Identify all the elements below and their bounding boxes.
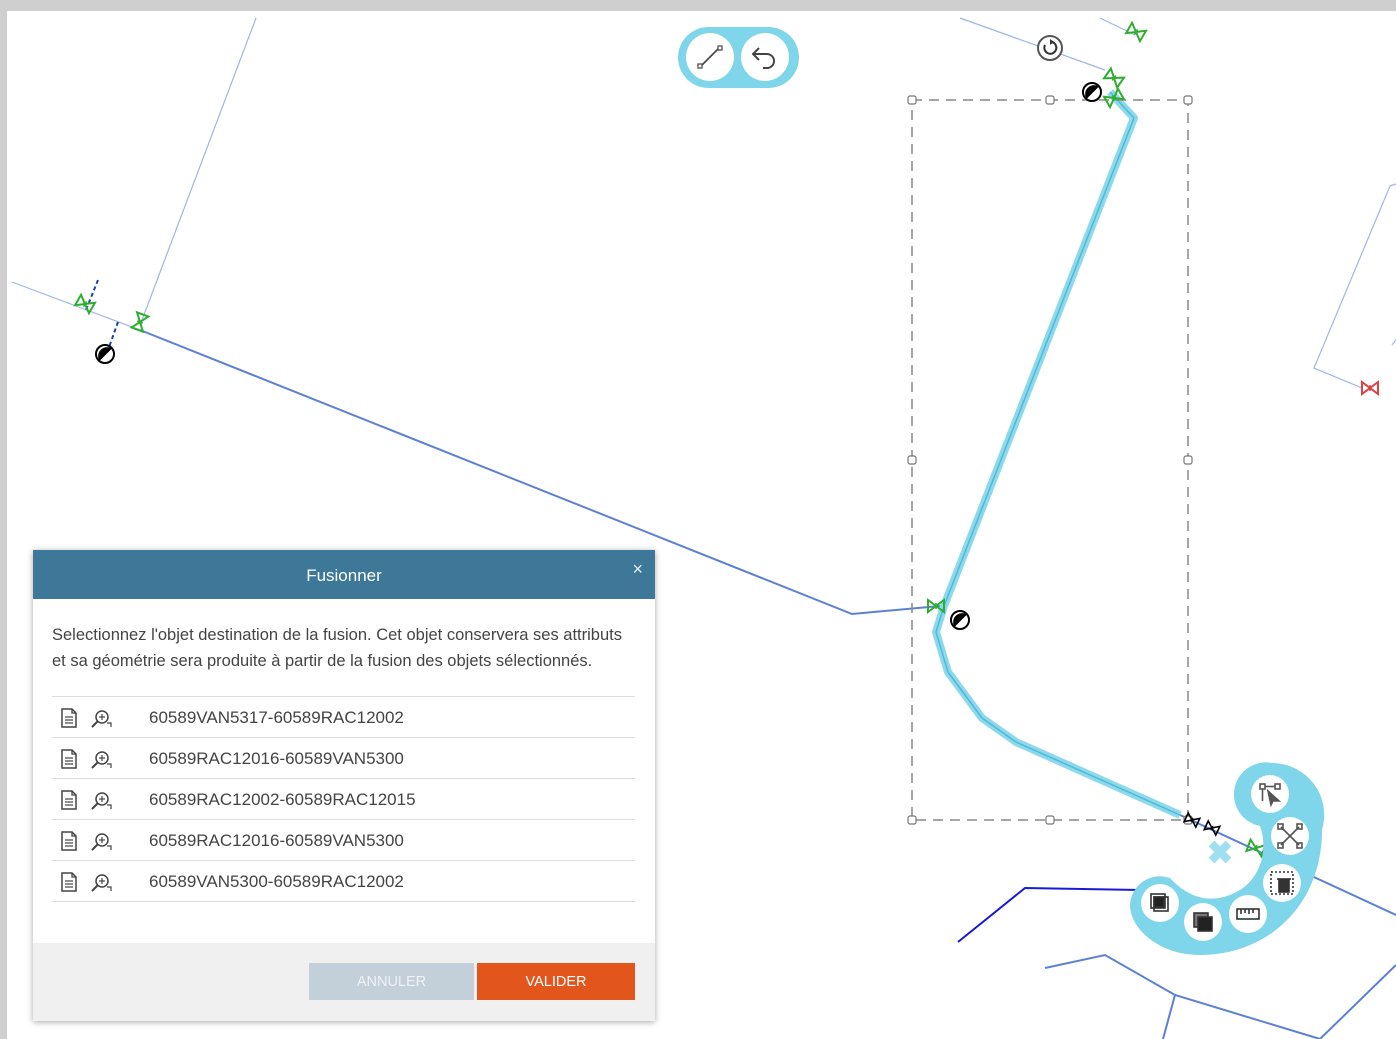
hydrant-icon — [1082, 82, 1102, 102]
dialog-title: Fusionner — [306, 566, 382, 585]
line-icon — [697, 45, 723, 69]
draw-toolbar — [678, 27, 799, 88]
list-item[interactable]: 60589RAC12016-60589VAN5300 — [52, 738, 635, 779]
list-item[interactable]: 60589RAC12002-60589RAC12015 — [52, 779, 635, 820]
zoom-to-icon[interactable] — [90, 791, 112, 811]
send-back-icon[interactable] — [1184, 903, 1222, 941]
merge-dialog: Fusionner × Selectionnez l'objet destina… — [33, 550, 655, 1021]
vertex-edit-icon[interactable] — [1251, 775, 1289, 813]
cancel-button[interactable]: ANNULER — [309, 963, 474, 1000]
rotate-icon[interactable] — [1037, 35, 1063, 61]
object-label: 60589RAC12002-60589RAC12015 — [149, 790, 416, 809]
undo-icon — [752, 47, 775, 69]
selection-box — [911, 99, 1189, 821]
bring-front-icon[interactable] — [1141, 884, 1179, 922]
list-item[interactable]: 60589RAC12016-60589VAN5300 — [52, 820, 635, 861]
object-label: 60589RAC12016-60589VAN5300 — [149, 749, 404, 768]
object-label: 60589VAN5300-60589RAC12002 — [149, 872, 404, 891]
zoom-to-icon[interactable] — [90, 709, 112, 729]
dialog-description: Selectionnez l'objet destination de la f… — [52, 626, 622, 670]
measure-icon[interactable] — [1229, 895, 1267, 933]
split-icon[interactable] — [1271, 817, 1309, 855]
draw-line-button[interactable] — [686, 33, 734, 81]
document-icon[interactable] — [60, 708, 78, 728]
hydrant-icon — [950, 610, 970, 630]
undo-button[interactable] — [741, 33, 789, 81]
selected-pipe[interactable] — [932, 89, 1182, 819]
dialog-header: Fusionner × — [33, 550, 655, 599]
document-icon[interactable] — [60, 831, 78, 851]
object-label: 60589RAC12016-60589VAN5300 — [149, 831, 404, 850]
zoom-to-icon[interactable] — [90, 832, 112, 852]
validate-button[interactable]: VALIDER — [477, 963, 635, 1000]
move-icon[interactable] — [1203, 835, 1237, 869]
list-item[interactable]: 60589VAN5300-60589RAC12002 — [52, 861, 635, 902]
document-icon[interactable] — [60, 872, 78, 892]
resize-handles[interactable] — [907, 95, 1193, 825]
close-icon[interactable]: × — [632, 560, 643, 578]
delete-icon[interactable] — [1263, 864, 1301, 902]
dialog-footer: ANNULER VALIDER — [33, 943, 655, 1021]
object-label: 60589VAN5317-60589RAC12002 — [149, 708, 404, 727]
closed-valve-icon — [1361, 381, 1379, 395]
document-icon[interactable] — [60, 790, 78, 810]
connector-dashes — [85, 279, 119, 351]
list-item[interactable]: 60589VAN5317-60589RAC12002 — [52, 697, 635, 738]
hydrant-icon — [95, 344, 115, 364]
document-icon[interactable] — [60, 749, 78, 769]
dark-blue-line — [957, 886, 1141, 943]
zoom-to-icon[interactable] — [90, 750, 112, 770]
merge-object-list: 60589VAN5317-60589RAC12002 60589RAC12016-… — [52, 696, 635, 902]
zoom-to-icon[interactable] — [90, 873, 112, 893]
